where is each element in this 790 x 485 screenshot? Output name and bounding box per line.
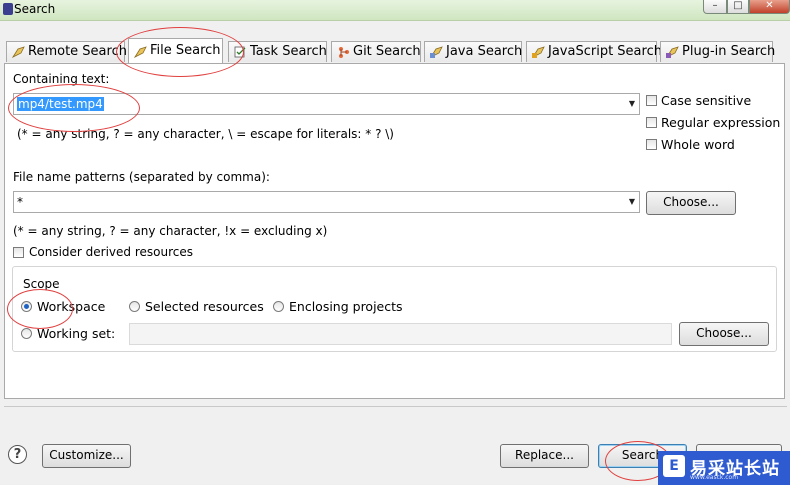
derived-resources-checkbox[interactable] <box>13 247 24 258</box>
dropdown-arrow-icon[interactable]: ▼ <box>629 99 635 108</box>
file-patterns-label: File name patterns (separated by comma): <box>13 170 270 184</box>
dropdown-arrow-icon[interactable]: ▼ <box>629 197 635 206</box>
tab-git-search[interactable]: Git Search <box>331 41 421 62</box>
watermark-subtext: www.easck.com <box>690 474 739 481</box>
selected-resources-radio[interactable] <box>129 301 140 312</box>
maximize-button[interactable]: □ <box>727 0 749 14</box>
annotation-circle-text <box>8 84 140 132</box>
tab-remote-search[interactable]: Remote Search <box>6 41 127 62</box>
enclosing-projects-radio[interactable] <box>273 301 284 312</box>
javascript-search-icon <box>532 46 545 58</box>
minimize-button[interactable]: – <box>703 0 727 14</box>
working-set-radio[interactable] <box>21 328 32 339</box>
help-icon[interactable]: ? <box>8 445 27 464</box>
choose-patterns-button[interactable]: Choose... <box>646 191 736 215</box>
regex-checkbox[interactable] <box>646 117 657 128</box>
file-patterns-hint: (* = any string, ? = any character, !x =… <box>13 224 328 238</box>
tab-label: Git Search <box>353 44 421 59</box>
footer-separator <box>4 406 787 407</box>
app-icon <box>3 3 13 15</box>
plugin-search-icon <box>666 46 679 58</box>
tab-label: File Search <box>150 43 221 58</box>
tab-java-search[interactable]: Java Search <box>424 41 522 62</box>
tab-label: Plug-in Search <box>682 44 776 59</box>
annotation-circle-workspace <box>7 289 73 329</box>
regex-label: Regular expression <box>661 115 781 130</box>
file-patterns-combo[interactable]: * ▼ <box>13 191 640 213</box>
watermark-logo-icon: E <box>663 455 685 477</box>
whole-word-label: Whole word <box>661 137 735 152</box>
whole-word-checkbox[interactable] <box>646 139 657 150</box>
git-search-icon <box>339 47 349 58</box>
tab-label: Task Search <box>250 44 327 59</box>
enclosing-projects-label: Enclosing projects <box>289 299 403 314</box>
choose-working-set-button[interactable]: Choose... <box>679 322 769 346</box>
customize-button[interactable]: Customize... <box>42 444 131 468</box>
tab-label: JavaScript Search <box>548 44 662 59</box>
watermark-badge: E 易采站长站 www.easck.com <box>658 451 790 485</box>
tab-javascript-search[interactable]: JavaScript Search <box>526 41 662 62</box>
window-title: Search <box>14 2 56 16</box>
title-bar: Search – □ ✕ <box>0 0 790 21</box>
tab-label: Remote Search <box>28 44 127 59</box>
selected-resources-label: Selected resources <box>145 299 264 314</box>
file-patterns-value: * <box>17 195 23 209</box>
case-sensitive-checkbox[interactable] <box>646 95 657 106</box>
file-search-icon <box>134 46 147 58</box>
remote-search-icon <box>12 46 25 58</box>
tab-label: Java Search <box>446 44 523 59</box>
tab-file-search[interactable]: File Search <box>128 38 223 63</box>
replace-button[interactable]: Replace... <box>500 444 589 468</box>
working-set-field <box>129 323 672 345</box>
case-sensitive-label: Case sensitive <box>661 93 752 108</box>
derived-resources-label: Consider derived resources <box>29 245 193 259</box>
tab-plugin-search[interactable]: Plug-in Search <box>660 41 776 62</box>
java-search-icon <box>430 46 443 58</box>
close-button[interactable]: ✕ <box>749 0 790 14</box>
